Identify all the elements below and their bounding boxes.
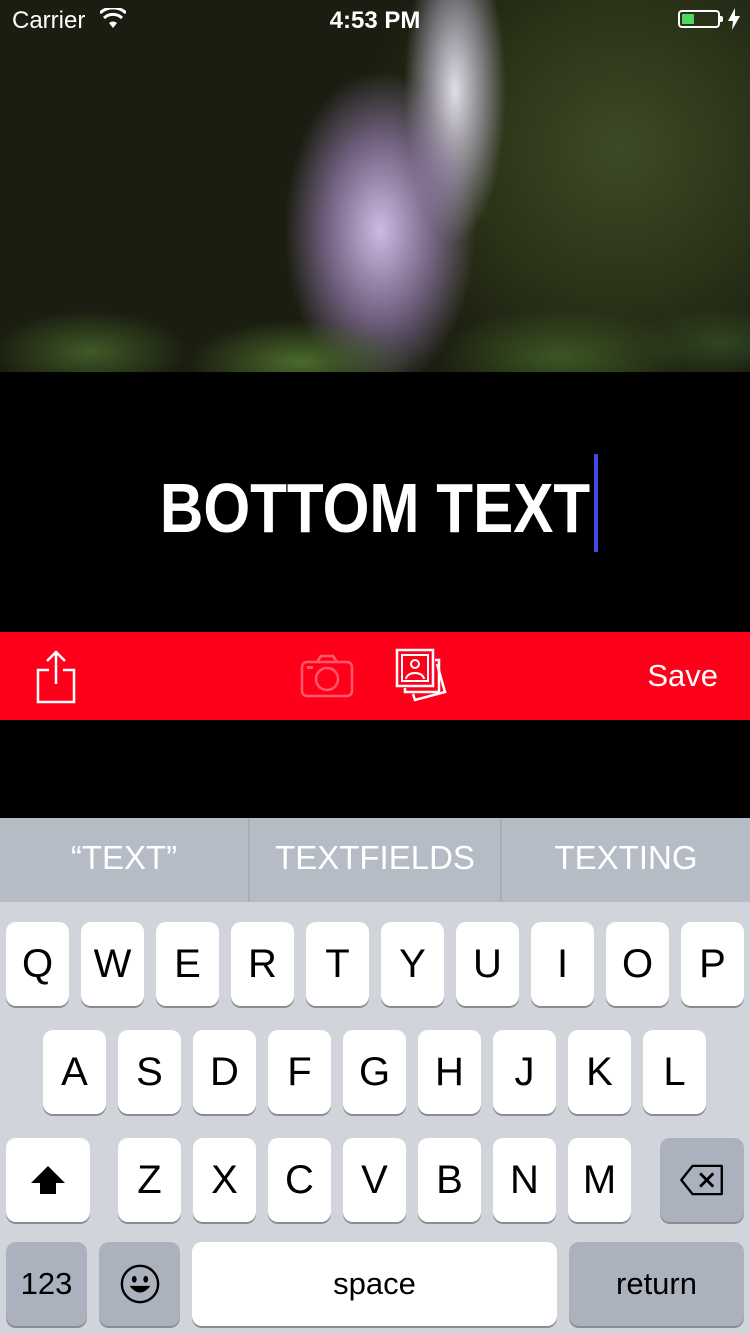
key-i[interactable]: I	[531, 922, 594, 1006]
key-label: M	[582, 1158, 617, 1202]
key-label: Z	[137, 1158, 162, 1202]
key-label: K	[586, 1050, 613, 1094]
keyboard: “TEXT” TEXTFIELDS TEXTING Q W E R T Y U …	[0, 818, 750, 1334]
meme-image	[0, 0, 750, 372]
key-z[interactable]: Z	[118, 1138, 181, 1222]
status-time: 4:53 PM	[329, 7, 421, 34]
emoji-key[interactable]	[99, 1242, 180, 1326]
key-label: V	[361, 1158, 388, 1202]
space-key[interactable]: space	[192, 1242, 557, 1326]
key-label: Q	[21, 942, 54, 986]
key-label: J	[514, 1050, 535, 1094]
key-l[interactable]: L	[643, 1030, 706, 1114]
key-label: A	[61, 1050, 88, 1094]
status-bar: Carrier 4:53 PM	[0, 0, 750, 40]
key-label: T	[325, 942, 350, 986]
key-p[interactable]: P	[681, 922, 744, 1006]
key-label: P	[699, 942, 726, 986]
key-t[interactable]: T	[306, 922, 369, 1006]
key-label: N	[510, 1158, 539, 1202]
key-j[interactable]: J	[493, 1030, 556, 1114]
key-w[interactable]: W	[81, 922, 144, 1006]
key-q[interactable]: Q	[6, 922, 69, 1006]
key-n[interactable]: N	[493, 1138, 556, 1222]
suggestion-bar: “TEXT” TEXTFIELDS TEXTING	[0, 818, 750, 902]
key-label: R	[248, 942, 277, 986]
battery-icon	[678, 10, 723, 28]
save-button[interactable]: Save	[647, 658, 718, 694]
key-label: I	[556, 942, 569, 986]
key-f[interactable]: F	[268, 1030, 331, 1114]
key-v[interactable]: V	[343, 1138, 406, 1222]
key-y[interactable]: Y	[381, 922, 444, 1006]
key-label: 123	[20, 1266, 73, 1301]
key-s[interactable]: S	[118, 1030, 181, 1114]
key-label: E	[174, 942, 201, 986]
bottom-text-field[interactable]: BOTTOM TEXT	[53, 468, 698, 548]
return-key[interactable]: return	[569, 1242, 744, 1326]
shift-icon	[31, 1166, 65, 1194]
key-label: X	[211, 1158, 238, 1202]
key-label: B	[436, 1158, 463, 1202]
key-m[interactable]: M	[568, 1138, 631, 1222]
key-a[interactable]: A	[43, 1030, 106, 1114]
key-label: C	[285, 1158, 314, 1202]
charging-bolt-icon	[728, 8, 740, 30]
key-b[interactable]: B	[418, 1138, 481, 1222]
share-icon[interactable]	[34, 650, 78, 704]
key-e[interactable]: E	[156, 922, 219, 1006]
key-x[interactable]: X	[193, 1138, 256, 1222]
key-c[interactable]: C	[268, 1138, 331, 1222]
image-foliage	[0, 252, 750, 372]
key-label: O	[621, 942, 654, 986]
key-label: U	[473, 942, 502, 986]
shift-key[interactable]	[6, 1138, 90, 1222]
key-label: return	[616, 1266, 697, 1301]
key-label: W	[93, 942, 132, 986]
key-o[interactable]: O	[606, 922, 669, 1006]
suggestion-3[interactable]: TEXTING	[502, 818, 750, 902]
numbers-key[interactable]: 123	[6, 1242, 87, 1326]
key-label: S	[136, 1050, 163, 1094]
key-g[interactable]: G	[343, 1030, 406, 1114]
key-label: H	[435, 1050, 464, 1094]
suggestion-1[interactable]: “TEXT”	[0, 818, 248, 902]
photo-album-icon[interactable]	[395, 648, 447, 704]
key-label: G	[358, 1050, 391, 1094]
backspace-icon	[680, 1164, 723, 1196]
spacer	[0, 720, 750, 818]
meme-text-area: BOTTOM TEXT	[0, 372, 750, 632]
key-label: F	[287, 1050, 312, 1094]
key-label: Y	[399, 942, 426, 986]
key-d[interactable]: D	[193, 1030, 256, 1114]
key-label: D	[210, 1050, 239, 1094]
camera-icon[interactable]	[300, 654, 354, 698]
key-u[interactable]: U	[456, 922, 519, 1006]
text-cursor	[594, 454, 598, 552]
suggestion-2[interactable]: TEXTFIELDS	[250, 818, 500, 902]
key-h[interactable]: H	[418, 1030, 481, 1114]
key-r[interactable]: R	[231, 922, 294, 1006]
key-label: space	[333, 1266, 416, 1301]
delete-key[interactable]	[660, 1138, 744, 1222]
key-k[interactable]: K	[568, 1030, 631, 1114]
key-label: L	[663, 1050, 686, 1094]
bottom-toolbar: Save	[0, 632, 750, 720]
emoji-icon	[120, 1264, 159, 1304]
